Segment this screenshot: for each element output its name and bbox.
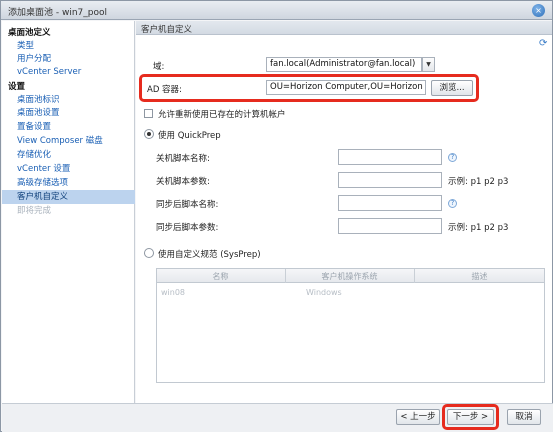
sidebar-item-storage-optimization[interactable]: 存储优化 xyxy=(2,149,135,161)
quickprep-label: 使用 QuickPrep xyxy=(158,131,221,141)
panel-title: 客户机自定义 xyxy=(141,25,193,35)
shutdown-script-name-label: 关机脚本名称: xyxy=(156,154,210,164)
sidebar-item-advanced-storage[interactable]: 高级存储选项 xyxy=(2,177,135,189)
domain-label: 域: xyxy=(153,62,165,72)
window-title: 添加桌面池 - win7_pool xyxy=(8,8,107,18)
reuse-accounts-checkbox[interactable] xyxy=(144,109,153,118)
help-icon[interactable]: ? xyxy=(448,153,457,162)
sidebar-item-composer-disks[interactable]: View Composer 磁盘 xyxy=(2,135,135,147)
cancel-button[interactable]: 取消 xyxy=(507,409,541,425)
help-icon[interactable]: ? xyxy=(448,199,457,208)
close-icon[interactable]: × xyxy=(532,4,545,17)
sysprep-radio[interactable] xyxy=(144,248,154,258)
back-button[interactable]: < 上一步 xyxy=(396,409,440,425)
reuse-accounts-label: 允许重新使用已存在的计算机帐户 xyxy=(158,110,286,120)
ad-container-label: AD 容器: xyxy=(147,85,182,95)
wizard-steps-sidebar: 桌面池定义 类型 用户分配 vCenter Server 设置 桌面池标识 桌面… xyxy=(2,21,135,403)
sidebar-item-vcenter-settings[interactable]: vCenter 设置 xyxy=(2,163,135,175)
add-desktop-pool-window: 添加桌面池 - win7_pool × 桌面池定义 类型 用户分配 vCente… xyxy=(0,0,553,432)
shutdown-script-params-label: 关机脚本参数: xyxy=(156,177,210,187)
shutdown-script-name-input[interactable] xyxy=(338,149,442,165)
sidebar-item-pool-id[interactable]: 桌面池标识 xyxy=(2,94,135,106)
column-header-name: 名称 xyxy=(212,272,229,281)
sidebar-heading-settings: 设置 xyxy=(8,82,26,92)
table-cell-name: win08 xyxy=(161,288,186,297)
customization-spec-table: 名称 客户机操作系统 描述 win08 Windows xyxy=(156,268,545,383)
sidebar-item-provisioning[interactable]: 置备设置 xyxy=(2,121,135,133)
chevron-down-icon[interactable]: ▼ xyxy=(422,57,435,72)
quickprep-radio[interactable] xyxy=(144,129,154,139)
domain-select[interactable]: fan.local(Administrator@fan.local) xyxy=(266,57,422,72)
sidebar-item-ready-to-complete: 即将完成 xyxy=(17,206,52,216)
sidebar-item-pool-settings[interactable]: 桌面池设置 xyxy=(2,107,135,119)
shutdown-params-example: 示例: p1 p2 p3 xyxy=(448,177,509,187)
table-header: 名称 客户机操作系统 描述 xyxy=(157,269,544,283)
post-sync-script-params-input[interactable] xyxy=(338,218,442,234)
sidebar-item-user-assignment[interactable]: 用户分配 xyxy=(2,53,135,65)
post-sync-script-name-label: 同步后脚本名称: xyxy=(156,200,219,210)
shutdown-script-params-input[interactable] xyxy=(338,172,442,188)
ad-container-field[interactable]: OU=Horizon Computer,OU=Horizon OU xyxy=(266,80,426,95)
next-button[interactable]: 下一步 > xyxy=(447,409,494,425)
column-header-description: 描述 xyxy=(471,272,488,281)
table-cell-os: Windows xyxy=(306,288,342,297)
main-panel: 客户机自定义 ⟳ 域: fan.local(Administrator@fan.… xyxy=(136,21,552,403)
panel-header: 客户机自定义 xyxy=(136,21,552,35)
sidebar-item-type[interactable]: 类型 xyxy=(2,40,135,52)
column-header-os: 客户机操作系统 xyxy=(321,272,378,281)
title-bar: 添加桌面池 - win7_pool × xyxy=(1,1,552,20)
post-sync-script-params-label: 同步后脚本参数: xyxy=(156,223,219,233)
wizard-footer: < 上一步 下一步 > 取消 xyxy=(2,403,553,432)
post-sync-script-name-input[interactable] xyxy=(338,195,442,211)
sysprep-label: 使用自定义规范 (SysPrep) xyxy=(158,250,261,260)
sidebar-heading-pool-definition: 桌面池定义 xyxy=(8,28,51,38)
refresh-icon[interactable]: ⟳ xyxy=(539,38,547,49)
sidebar-item-vcenter-server[interactable]: vCenter Server xyxy=(2,66,135,78)
browse-button[interactable]: 浏览... xyxy=(431,80,473,96)
post-sync-params-example: 示例: p1 p2 p3 xyxy=(448,223,509,233)
sidebar-item-guest-customization[interactable]: 客户机自定义 xyxy=(2,190,135,204)
